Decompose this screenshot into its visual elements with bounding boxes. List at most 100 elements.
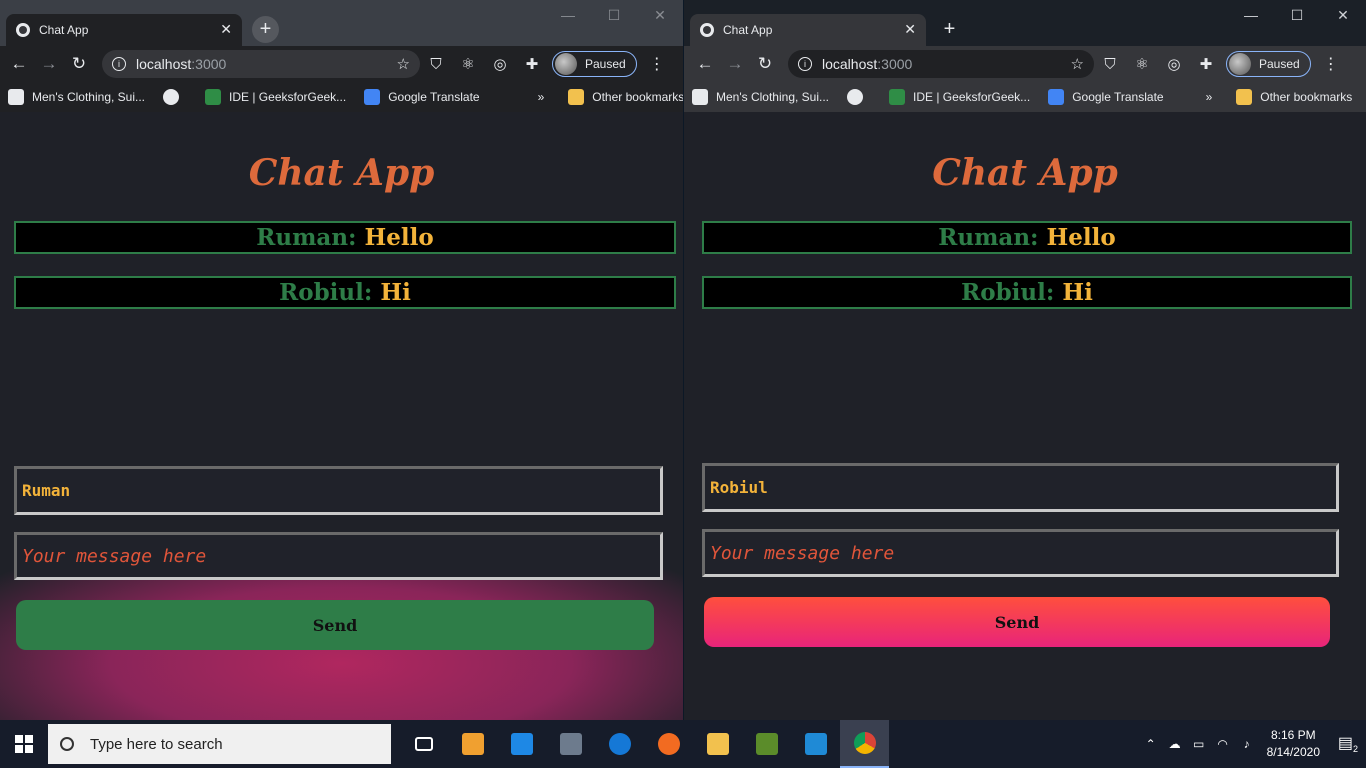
page-title: Chat App <box>248 152 435 194</box>
message-text: Hi <box>380 279 411 306</box>
title-bar: Chat App ✕ + — ☐ ✕ <box>0 0 683 46</box>
chevron-up-icon[interactable]: ⌃ <box>1139 737 1163 751</box>
bookmark-item[interactable]: Google Translate <box>364 89 480 105</box>
record-extension-icon[interactable]: ◎ <box>484 55 516 73</box>
message-sender: Ruman: <box>938 224 1039 251</box>
react-devtools-icon[interactable]: ⚛ <box>1126 55 1158 73</box>
url-port: :3000 <box>191 56 227 72</box>
chat-message: Robiul: Hi <box>14 276 676 309</box>
forward-arrow-icon[interactable]: → <box>34 54 64 74</box>
name-input[interactable]: Ruman <box>14 466 663 515</box>
chevron-double-right-icon[interactable]: » <box>1206 90 1213 104</box>
info-icon[interactable]: i <box>798 57 812 71</box>
other-bookmarks[interactable]: Other bookmarks <box>1236 89 1352 105</box>
geeksforgeeks-icon <box>205 89 222 105</box>
chrome-icon[interactable] <box>840 720 889 768</box>
back-arrow-icon[interactable]: ← <box>4 54 34 74</box>
send-button[interactable]: Send <box>704 597 1330 647</box>
send-button[interactable]: Send <box>16 600 654 650</box>
maximize-icon[interactable]: ☐ <box>1274 0 1320 30</box>
mail-icon[interactable] <box>497 720 546 768</box>
message-input[interactable]: Your message here <box>14 532 663 580</box>
cloud-icon[interactable]: ☁ <box>1163 737 1187 751</box>
wifi-icon[interactable]: ◠ <box>1211 737 1235 751</box>
url-port: :3000 <box>877 56 913 72</box>
message-sender: Ruman: <box>256 224 357 251</box>
address-bar[interactable]: i localhost:3000 ☆ <box>102 50 420 78</box>
name-input[interactable]: Robiul <box>702 463 1339 512</box>
maximize-icon[interactable]: ☐ <box>591 0 637 30</box>
bookmark-label: Men's Clothing, Sui... <box>716 90 830 104</box>
message-text: Hello <box>364 224 434 251</box>
other-bookmarks[interactable]: Other bookmarks <box>568 89 683 105</box>
taskbar-search-box[interactable]: Type here to search <box>48 724 391 764</box>
close-tab-icon[interactable]: ✕ <box>220 21 232 38</box>
bookmarks-bar: Men's Clothing, Sui... IDE | GeeksforGee… <box>684 82 1366 112</box>
bookmark-star-icon[interactable]: ☆ <box>397 55 410 73</box>
url-host: localhost <box>822 56 878 72</box>
edge-icon[interactable] <box>595 720 644 768</box>
google-translate-icon <box>364 89 381 105</box>
more-menu-icon[interactable]: ⋮ <box>643 54 671 74</box>
avatar <box>1229 53 1251 75</box>
record-extension-icon[interactable]: ◎ <box>1158 55 1190 73</box>
message-text: Hello <box>1046 224 1116 251</box>
bookmark-label: IDE | GeeksforGeek... <box>913 90 1031 104</box>
title-bar: Chat App ✕ + — ☐ ✕ <box>684 0 1366 46</box>
profile-button[interactable]: Paused <box>552 51 637 77</box>
forward-arrow-icon[interactable]: → <box>720 54 750 74</box>
shield-extension-icon[interactable]: ⛉ <box>420 56 452 73</box>
file-explorer-icon[interactable] <box>693 720 742 768</box>
close-tab-icon[interactable]: ✕ <box>904 21 916 38</box>
info-icon[interactable]: i <box>112 57 126 71</box>
clock[interactable]: 8:16 PM 8/14/2020 <box>1267 727 1320 761</box>
calculator-icon[interactable] <box>546 720 595 768</box>
bookmark-label: Google Translate <box>388 90 480 104</box>
more-menu-icon[interactable]: ⋮ <box>1317 54 1345 74</box>
browser-window-left: Chat App ✕ + — ☐ ✕ ← → ↻ i localhost:300… <box>0 0 683 720</box>
vscode-icon[interactable] <box>791 720 840 768</box>
bookmark-label: Other bookmarks <box>1260 90 1353 104</box>
browser-tab[interactable]: Chat App ✕ <box>6 14 242 46</box>
puzzle-extensions-icon[interactable]: ✚ <box>516 55 548 73</box>
back-arrow-icon[interactable]: ← <box>690 54 720 74</box>
puzzle-extensions-icon[interactable]: ✚ <box>1190 55 1222 73</box>
url-host: localhost <box>136 56 192 72</box>
bookmark-item[interactable]: IDE | GeeksforGeek... <box>889 89 1030 105</box>
notification-center-icon[interactable]: ▤2 <box>1330 733 1366 754</box>
browser-tab[interactable]: Chat App ✕ <box>690 14 926 46</box>
address-bar[interactable]: i localhost:3000 ☆ <box>788 50 1094 78</box>
tab-favicon-icon <box>16 23 30 37</box>
reload-icon[interactable]: ↻ <box>64 54 94 74</box>
battery-icon[interactable]: ▭ <box>1187 737 1211 751</box>
bookmark-item[interactable]: IDE | GeeksforGeek... <box>205 89 346 105</box>
microsoft-store-icon[interactable] <box>448 720 497 768</box>
reload-icon[interactable]: ↻ <box>750 54 780 74</box>
bookmark-item[interactable] <box>847 89 871 105</box>
new-tab-button[interactable]: + <box>252 16 279 43</box>
close-window-icon[interactable]: ✕ <box>637 0 683 30</box>
bookmark-item[interactable]: Men's Clothing, Sui... <box>692 89 829 105</box>
firefox-icon[interactable] <box>644 720 693 768</box>
globe-icon <box>163 89 180 105</box>
bookmark-item[interactable]: Men's Clothing, Sui... <box>8 89 145 105</box>
task-view-icon[interactable] <box>399 720 448 768</box>
new-tab-button[interactable]: + <box>936 16 963 43</box>
bookmark-star-icon[interactable]: ☆ <box>1071 55 1084 73</box>
bookmark-item[interactable] <box>163 89 187 105</box>
browser-toolbar: ← → ↻ i localhost:3000 ☆ ⛉ ⚛ ◎ ✚ Paused … <box>0 46 683 82</box>
minimize-icon[interactable]: — <box>545 0 591 30</box>
app-icon[interactable] <box>742 720 791 768</box>
message-input[interactable]: Your message here <box>702 529 1339 577</box>
react-devtools-icon[interactable]: ⚛ <box>452 55 484 73</box>
start-button[interactable] <box>0 720 48 768</box>
profile-button[interactable]: Paused <box>1226 51 1311 77</box>
minimize-icon[interactable]: — <box>1228 0 1274 30</box>
close-window-icon[interactable]: ✕ <box>1320 0 1366 30</box>
chevron-double-right-icon[interactable]: » <box>538 90 545 104</box>
volume-icon[interactable]: ♪ <box>1235 737 1259 751</box>
shield-extension-icon[interactable]: ⛉ <box>1094 56 1126 73</box>
bookmark-item[interactable]: Google Translate <box>1048 89 1164 105</box>
window-controls: — ☐ ✕ <box>1228 0 1366 30</box>
bookmark-label: IDE | GeeksforGeek... <box>229 90 347 104</box>
